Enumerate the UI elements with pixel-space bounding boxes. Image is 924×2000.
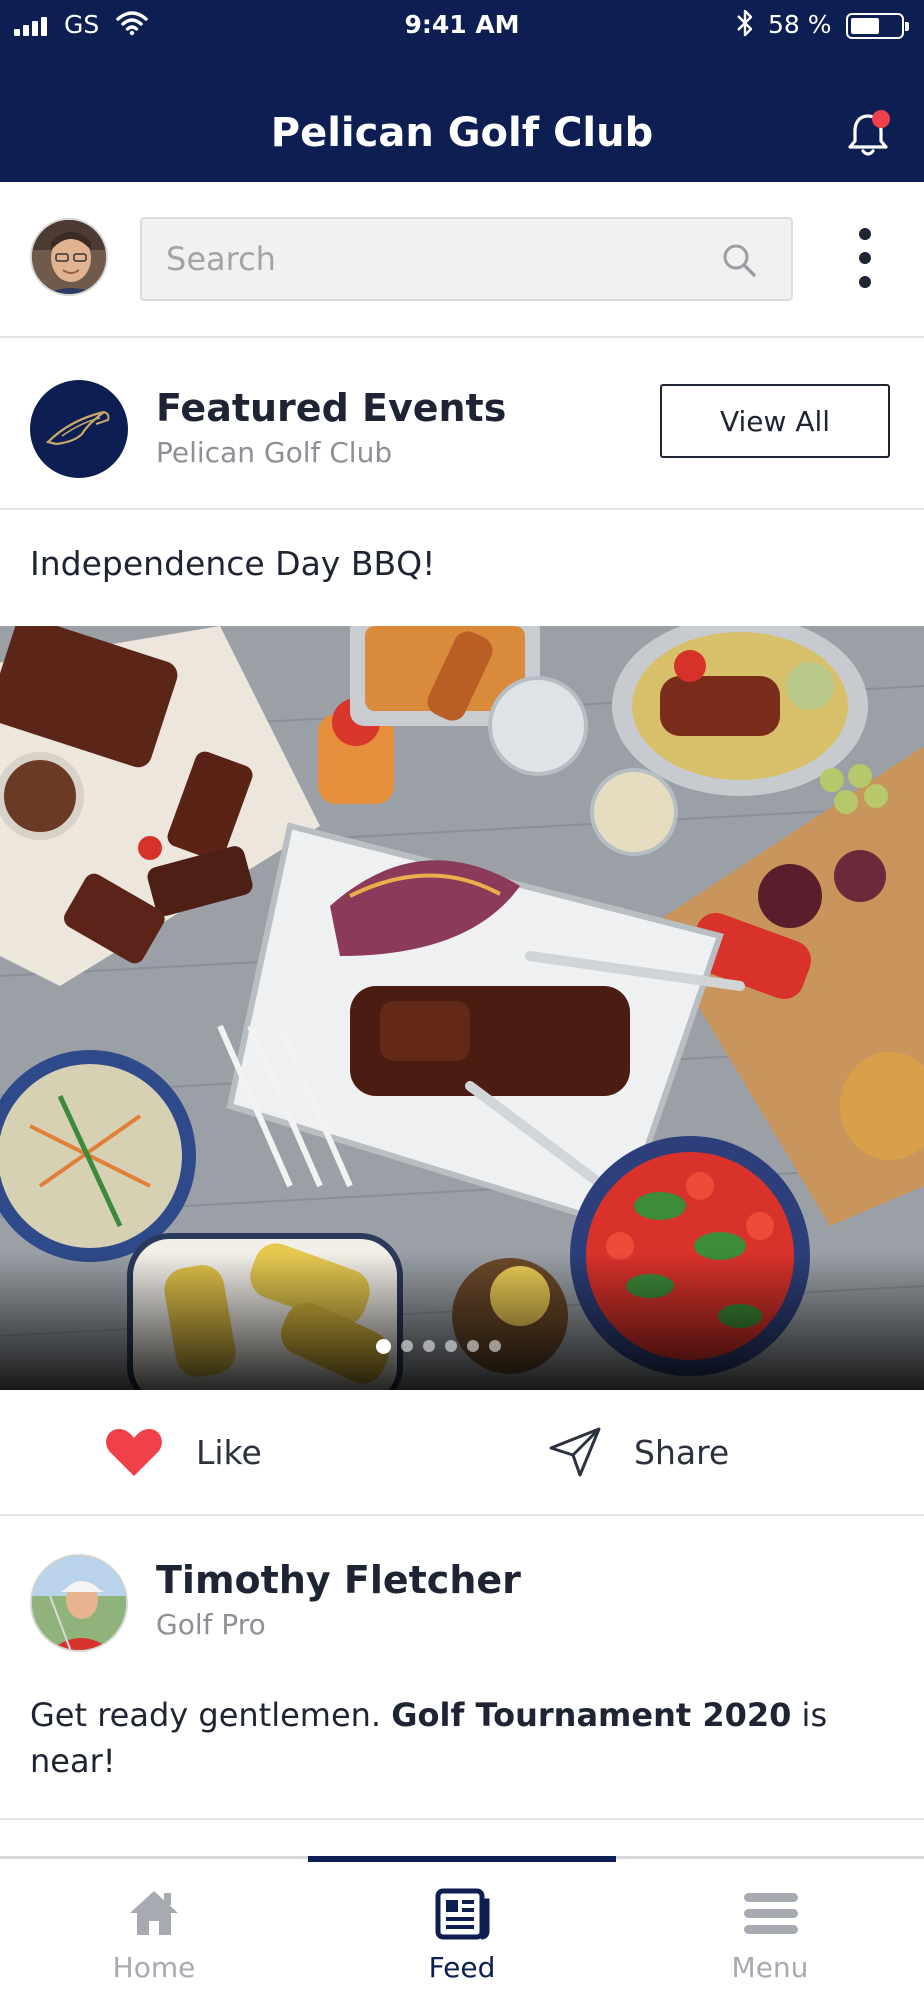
tab-home-label: Home: [112, 1951, 196, 1984]
tab-feed[interactable]: Feed: [308, 1859, 616, 2000]
event-image-carousel[interactable]: [0, 626, 924, 1390]
feed-icon: [435, 1888, 490, 1940]
bottom-tab-bar: Home Feed Menu: [0, 1856, 924, 2000]
send-icon: [549, 1427, 601, 1477]
featured-events-header: Featured Events Pelican Golf Club View A…: [0, 338, 924, 510]
tab-menu[interactable]: Menu: [616, 1859, 924, 2000]
featured-events-title: Featured Events: [156, 386, 507, 430]
more-options-button[interactable]: [850, 226, 880, 290]
carousel-indicator[interactable]: [0, 1339, 900, 1354]
page-title: Pelican Golf Club: [270, 110, 654, 156]
carousel-dot[interactable]: [422, 1340, 435, 1352]
post-actions: Like Share: [0, 1390, 924, 1516]
user-photo: [32, 220, 106, 294]
heart-icon: [106, 1429, 162, 1476]
tab-menu-label: Menu: [731, 1951, 809, 1984]
notification-badge: [872, 110, 890, 128]
battery-icon: [846, 13, 909, 39]
bluetooth-icon: [737, 9, 753, 37]
app-header: GS 9:41 AM 58 % Pelican Golf Club: [0, 0, 924, 182]
divider: [0, 1818, 924, 1820]
post-text: Get ready gentlemen. Golf Tournament 202…: [30, 1692, 870, 1784]
share-label: Share: [634, 1432, 730, 1472]
post-author-role: Golf Pro: [156, 1608, 266, 1641]
view-all-button[interactable]: View All: [660, 384, 890, 458]
carousel-dot[interactable]: [488, 1340, 501, 1352]
search-field[interactable]: [140, 217, 793, 301]
tab-feed-label: Feed: [428, 1951, 496, 1984]
carousel-dot[interactable]: [400, 1340, 413, 1352]
carousel-dot[interactable]: [444, 1340, 457, 1352]
featured-events-subtitle: Pelican Golf Club: [156, 436, 393, 469]
club-logo[interactable]: [30, 380, 128, 478]
like-label: Like: [196, 1432, 262, 1472]
notifications-button[interactable]: [846, 110, 890, 158]
author-photo: [32, 1556, 126, 1650]
bbq-food-image: [0, 626, 924, 1390]
search-bar-row: [0, 182, 924, 338]
carousel-dot[interactable]: [466, 1340, 479, 1352]
search-input[interactable]: [166, 237, 686, 281]
post-text-part: Get ready gentlemen.: [30, 1696, 392, 1734]
tab-home[interactable]: Home: [0, 1859, 308, 2000]
post-author-avatar[interactable]: [30, 1554, 128, 1652]
like-button[interactable]: Like: [104, 1420, 262, 1484]
battery-percentage: 58 %: [768, 10, 832, 39]
user-avatar[interactable]: [30, 218, 108, 296]
status-bar: GS 9:41 AM 58 %: [0, 0, 924, 52]
home-icon: [130, 1891, 178, 1935]
menu-icon: [744, 1893, 798, 1934]
event-title: Independence Day BBQ!: [30, 544, 436, 583]
post-text-bold: Golf Tournament 2020: [391, 1696, 792, 1734]
post-author-name[interactable]: Timothy Fletcher: [156, 1558, 521, 1602]
pelican-logo-icon: [45, 410, 110, 446]
share-button[interactable]: Share: [548, 1420, 729, 1484]
search-icon[interactable]: [720, 241, 758, 279]
carousel-dot[interactable]: [375, 1339, 391, 1354]
